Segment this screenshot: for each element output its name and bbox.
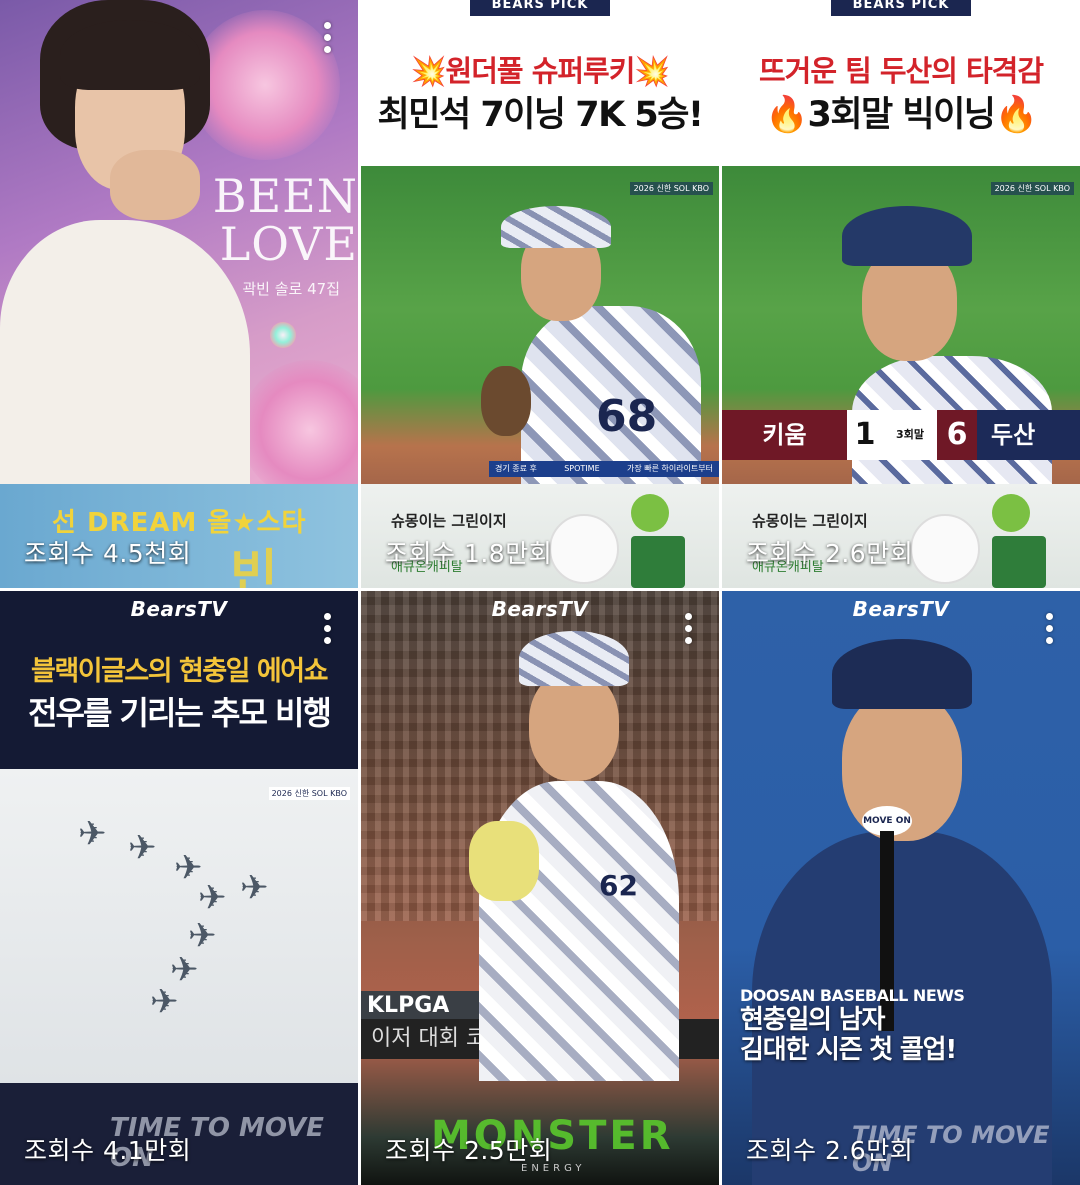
more-vertical-icon[interactable]	[1044, 613, 1054, 647]
video-tile-5[interactable]: BearsTV KLPGA 이저 대회 코 62 MONSTER ENERGY …	[361, 591, 719, 1185]
video-tile-1[interactable]: BEEN LOVE 곽빈 솔로 47집 선 DREAM 올★스타 빈 조회수 4.…	[0, 0, 358, 588]
headline-1: 뜨거운 팀 두산의 타격감	[758, 54, 1044, 88]
recycle-bin-image	[631, 536, 685, 588]
more-vertical-icon[interactable]	[683, 613, 693, 647]
inning: 3회말	[883, 410, 937, 460]
video-tile-2[interactable]: BEARS PICK 💥원더풀 슈퍼루키💥 최민석 7이닝 7K 5승! 68 …	[361, 0, 719, 588]
ticker-item: SPOTIME	[564, 464, 600, 473]
ad-text: 슈몽이는 그린이지	[391, 512, 507, 530]
mascot-image	[549, 514, 619, 584]
video-tile-4[interactable]: BearsTV 블랙이글스의 현충일 에어쇼 전우를 기리는 추모 비행 ✈ ✈…	[0, 591, 358, 1185]
view-count: 조회수 4.5천회	[24, 539, 192, 568]
jet-icon: ✈	[128, 828, 157, 868]
headline-2: 🔥3회말 빅이닝🔥	[765, 95, 1038, 135]
video-tile-6[interactable]: BearsTV MOVE ON DOOSAN BASEBALL NEWS 현충일…	[722, 591, 1080, 1185]
jet-icon: ✈	[150, 982, 179, 1022]
bears-pick-badge: BEARS PICK	[470, 0, 610, 16]
thumbnail-header: BEARS PICK 뜨거운 팀 두산의 타격감 🔥3회말 빅이닝🔥	[722, 0, 1080, 166]
more-vertical-icon[interactable]	[322, 22, 332, 56]
video-tile-3[interactable]: BEARS PICK 뜨거운 팀 두산의 타격감 🔥3회말 빅이닝🔥 2026 …	[722, 0, 1080, 588]
bearstv-logo: BearsTV	[852, 597, 950, 621]
view-count: 조회수 4.1만회	[24, 1136, 192, 1165]
bearstv-logo: BearsTV	[491, 597, 589, 621]
headline-2: 김대한 시즌 첫 콜업!	[740, 1035, 957, 1065]
headline-1: 블랙이글스의 현충일 에어쇼	[31, 656, 328, 687]
recycle-bin-image	[992, 536, 1046, 588]
broadcast-logo: 2026 신한 SOL KBO	[990, 182, 1074, 195]
banner-big-text: 빈	[230, 545, 278, 588]
ad-text: 슈몽이는 그린이지	[752, 512, 868, 530]
jet-icon: ✈	[198, 878, 227, 918]
broadcast-logo: 2026 신한 SOL KBO	[268, 787, 350, 800]
thumbnail-header: BEARS PICK 💥원더풀 슈퍼루키💥 최민석 7이닝 7K 5승!	[361, 0, 719, 166]
scoreboard: 키움 1 3회말 6 두산	[722, 410, 1080, 460]
shorts-grid: BEEN LOVE 곽빈 솔로 47집 선 DREAM 올★스타 빈 조회수 4.…	[0, 0, 1080, 1185]
rainbow-orb	[270, 322, 296, 348]
player-interview-figure: MOVE ON	[752, 631, 1080, 1185]
broadcast-logo: 2026 신한 SOL KBO	[629, 182, 713, 195]
player-interview-figure: 62	[469, 631, 709, 1091]
poster-title: BEEN LOVE	[212, 169, 358, 271]
mascot-image	[992, 494, 1030, 532]
headline-1: 💥원더풀 슈퍼루키💥	[410, 54, 670, 88]
jersey-number: 68	[596, 391, 658, 442]
mascot-image	[631, 494, 669, 532]
score-home: 6	[937, 410, 977, 460]
headline-2: 전우를 기리는 추모 비행	[28, 694, 332, 732]
team-home: 두산	[977, 410, 1080, 460]
bears-pick-badge: BEARS PICK	[831, 0, 971, 16]
more-vertical-icon[interactable]	[322, 613, 332, 647]
news-label: DOOSAN BASEBALL NEWS	[740, 986, 965, 1005]
jersey-number: 62	[599, 869, 638, 902]
score-away: 1	[847, 410, 883, 460]
airshow-footage: ✈ ✈ ✈ ✈ ✈ ✈ ✈ ✈	[0, 769, 358, 1083]
jet-icon: ✈	[188, 916, 217, 956]
view-count: 조회수 2.5만회	[385, 1136, 553, 1165]
game-footage: 68	[361, 166, 719, 496]
pitcher-figure: 68	[481, 206, 711, 496]
poster-subtitle: 곽빈 솔로 47집	[242, 280, 340, 298]
headline-1: 현충일의 남자	[740, 1005, 885, 1035]
news-headline: 현충일의 남자 김대한 시즌 첫 콜업!	[740, 1005, 957, 1065]
mascot-image	[910, 514, 980, 584]
team-away: 키움	[722, 410, 847, 460]
broadcast-ticker: 경기 종료 후 SPOTIME 가장 빠른 하이라이트부터	[489, 461, 719, 477]
jet-icon: ✈	[78, 814, 107, 854]
ticker-item: 가장 빠른 하이라이트부터	[626, 464, 713, 473]
view-count: 조회수 2.6만회	[746, 539, 914, 568]
jet-icon: ✈	[240, 868, 269, 908]
bearstv-logo: BearsTV	[130, 597, 228, 621]
thumbnail-header: BearsTV 블랙이글스의 현충일 에어쇼 전우를 기리는 추모 비행	[0, 591, 358, 769]
view-count: 조회수 2.6만회	[746, 1136, 914, 1165]
headline-2: 최민석 7이닝 7K 5승!	[377, 95, 704, 135]
ticker-item: 경기 종료 후	[495, 464, 537, 473]
view-count: 조회수 1.8만회	[385, 539, 553, 568]
